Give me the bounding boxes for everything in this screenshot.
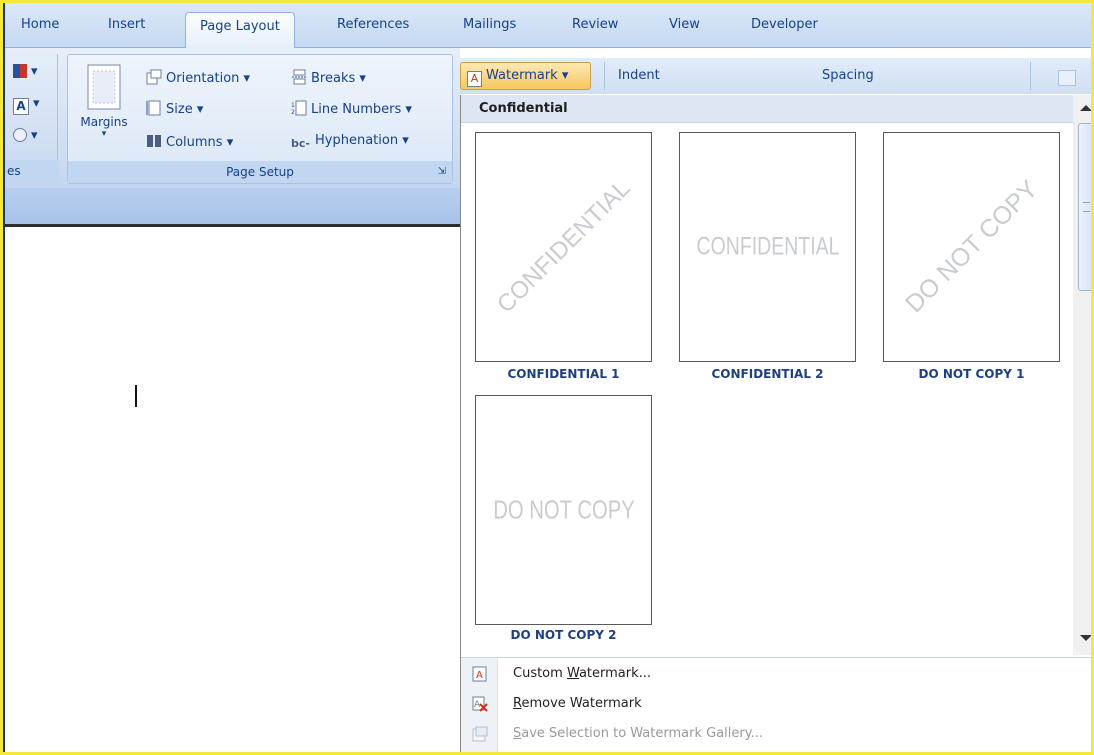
breaks-icon: [292, 69, 306, 85]
label-text: Custom: [513, 666, 567, 681]
watermark-menu: A Custom Watermark... A Remove Watermark…: [461, 657, 1091, 752]
watermark-thumbnail-confidential-2[interactable]: CONFIDENTIAL: [679, 132, 856, 362]
gallery-scrollbar[interactable]: [1073, 95, 1091, 655]
text-cursor: [135, 385, 137, 407]
tab-insert[interactable]: Insert: [108, 17, 145, 32]
tab-home[interactable]: Home: [21, 17, 59, 32]
tab-developer[interactable]: Developer: [751, 17, 818, 32]
custom-watermark-label: Custom Watermark...: [513, 666, 651, 681]
watermark-preview-text: CONFIDENTIAL: [695, 232, 840, 261]
tab-page-layout[interactable]: Page Layout: [185, 12, 295, 48]
orientation-label: Orientation: [166, 71, 240, 86]
margins-button[interactable]: Margins ▾: [76, 63, 132, 139]
tab-review[interactable]: Review: [572, 17, 618, 32]
watermark-caption: CONFIDENTIAL 1: [507, 367, 620, 381]
label-text: emove Watermark: [521, 696, 642, 711]
watermark-preview-text: CONFIDENTIAL: [491, 174, 635, 319]
line-numbers-button[interactable]: 1 2 Line Numbers ▾: [291, 100, 412, 117]
ruler-area: [5, 188, 460, 227]
ribbon-panel: ▾ A ▾ ▾ es Margins ▾ Orientation ▾ Size …: [5, 48, 460, 188]
gallery-section-header: Confidential: [461, 95, 1073, 123]
watermark-button[interactable]: A Watermark ▾: [460, 62, 591, 90]
watermark-icon: A: [467, 71, 482, 87]
strip-separator: [1030, 62, 1031, 90]
watermark-thumbnail-do-not-copy-1[interactable]: DO NOT COPY: [883, 132, 1060, 362]
spacing-label: Spacing: [822, 68, 874, 83]
size-label: Size: [166, 102, 193, 117]
watermark-thumbnail-do-not-copy-2[interactable]: DO NOT COPY: [475, 395, 652, 625]
application-window: Home Insert Page Layout References Maili…: [0, 0, 1094, 755]
line-numbers-label: Line Numbers: [311, 102, 402, 117]
margins-dropdown-icon: ▾: [101, 129, 107, 139]
tab-references[interactable]: References: [337, 17, 409, 32]
svg-text:1: 1: [291, 102, 295, 109]
themes-group-label: es: [5, 160, 59, 182]
scroll-down-arrow-icon[interactable]: [1080, 635, 1091, 641]
breaks-label: Breaks: [311, 71, 356, 86]
theme-colors-button[interactable]: ▾: [13, 64, 38, 79]
custom-watermark-icon: A: [472, 666, 487, 682]
access-key: W: [566, 666, 579, 681]
watermark-gallery: Confidential CONFIDENTIAL CONFIDENTIAL 1…: [460, 95, 1091, 752]
hyphenation-label: Hyphenation: [315, 133, 399, 148]
paragraph-dialog-launcher-icon[interactable]: [1058, 70, 1076, 86]
indent-label: Indent: [618, 68, 660, 83]
columns-button[interactable]: Columns ▾: [146, 133, 233, 150]
theme-effects-button[interactable]: ▾: [13, 128, 38, 143]
themes-group: ▾ A ▾ ▾ es: [5, 54, 59, 182]
svg-text:A: A: [476, 670, 483, 681]
theme-fonts-button[interactable]: A ▾: [13, 96, 40, 115]
watermark-caption: CONFIDENTIAL 2: [711, 367, 824, 381]
breaks-button[interactable]: Breaks ▾: [291, 69, 366, 86]
remove-watermark-icon: A: [472, 696, 488, 712]
orientation-button[interactable]: Orientation ▾: [146, 69, 250, 86]
remove-watermark-label: Remove Watermark: [513, 696, 642, 711]
watermark-preview-text: DO NOT COPY: [492, 494, 635, 525]
svg-text:2: 2: [291, 109, 295, 116]
columns-icon: [147, 135, 161, 147]
columns-label: Columns: [166, 135, 223, 150]
watermark-caption: DO NOT COPY 1: [918, 367, 1025, 381]
save-selection-menu-item[interactable]: Save Selection to Watermark Gallery...: [461, 720, 1091, 748]
dialog-launcher-icon[interactable]: ⇲: [438, 161, 446, 183]
watermark-label: Watermark: [486, 68, 558, 83]
theme-fonts-icon: A: [13, 98, 29, 115]
margins-icon: [87, 64, 121, 110]
paragraph-strip: A Watermark ▾ Indent Spacing: [460, 58, 1091, 94]
ribbon-tab-bar: Home Insert Page Layout References Maili…: [5, 3, 1091, 48]
hyphenation-icon: bc‑: [291, 137, 310, 150]
scrollbar-thumb[interactable]: [1078, 123, 1091, 291]
margins-label: Margins: [80, 115, 128, 129]
custom-watermark-menu-item[interactable]: A Custom Watermark...: [461, 660, 1091, 688]
theme-colors-icon: [13, 64, 27, 78]
scroll-up-arrow-icon[interactable]: [1080, 105, 1091, 111]
label-text: atermark...: [578, 666, 652, 681]
scrollbar-grip-icon: [1083, 202, 1090, 212]
tab-mailings[interactable]: Mailings: [463, 17, 516, 32]
document-page[interactable]: [5, 227, 460, 752]
tab-view[interactable]: View: [669, 17, 700, 32]
page-setup-label: Page Setup: [226, 165, 294, 179]
save-selection-label: Save Selection to Watermark Gallery...: [513, 726, 763, 741]
line-numbers-icon: 12: [291, 100, 307, 116]
label-text: ave Selection to Watermark Gallery...: [521, 726, 763, 741]
watermark-preview-text: DO NOT COPY: [899, 175, 1043, 319]
size-icon: [146, 100, 161, 116]
orientation-icon: [146, 69, 162, 85]
window-content: Home Insert Page Layout References Maili…: [3, 3, 1091, 752]
strip-separator: [604, 62, 605, 90]
watermark-caption: DO NOT COPY 2: [510, 628, 617, 642]
size-button[interactable]: Size ▾: [146, 100, 203, 117]
page-setup-group-label: Page Setup ⇲: [68, 161, 452, 183]
hyphenation-button[interactable]: bc‑ Hyphenation ▾: [291, 133, 409, 153]
watermark-thumbnail-confidential-1[interactable]: CONFIDENTIAL: [475, 132, 652, 362]
save-to-gallery-icon: [472, 726, 488, 742]
theme-effects-icon: [13, 128, 27, 142]
remove-watermark-menu-item[interactable]: A Remove Watermark: [461, 690, 1091, 718]
page-setup-group: Margins ▾ Orientation ▾ Size ▾ Columns ▾…: [67, 54, 453, 184]
